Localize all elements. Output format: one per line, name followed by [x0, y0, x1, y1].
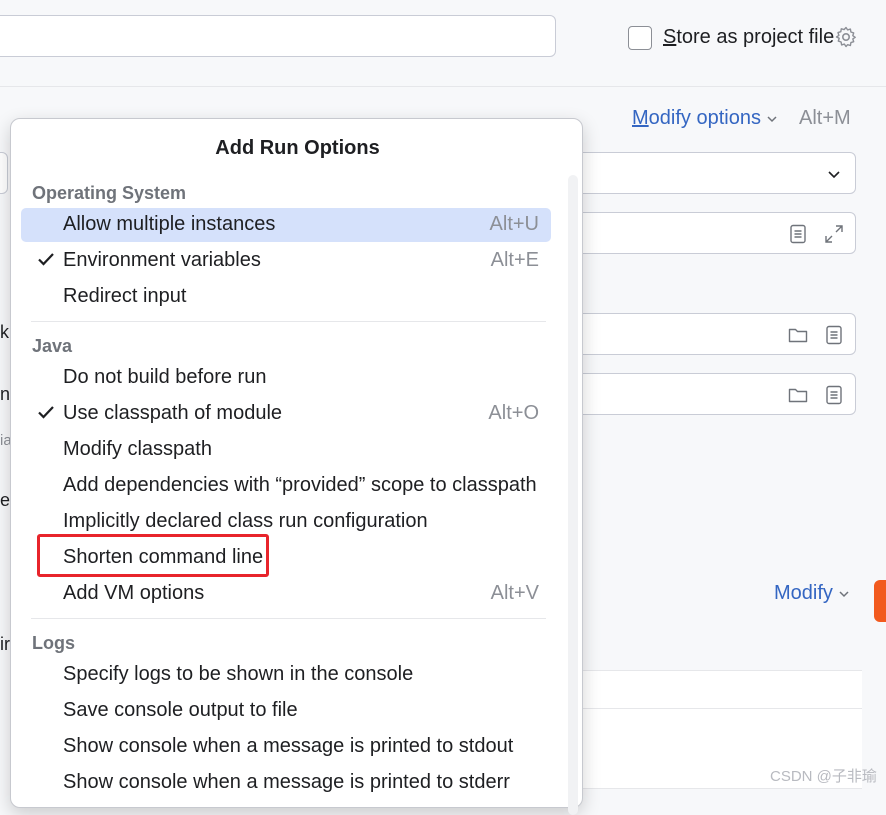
- chevron-down-icon: [828, 171, 840, 179]
- left-fragment: ir: [0, 634, 10, 654]
- menu-item-add-vm-options[interactable]: Add VM options Alt+V: [21, 577, 551, 611]
- modify-options-link[interactable]: Modify options: [632, 107, 779, 130]
- name-input[interactable]: [0, 15, 556, 57]
- section-header-operating-system: Operating System: [32, 183, 187, 203]
- module-select[interactable]: [560, 152, 856, 194]
- left-fragment: e: [0, 490, 11, 510]
- gear-icon[interactable]: [834, 25, 858, 49]
- folder-icon[interactable]: [787, 384, 809, 406]
- section-header-java: Java: [32, 336, 73, 356]
- document-icon[interactable]: [823, 384, 845, 406]
- scrollbar[interactable]: [568, 175, 578, 815]
- menu-item-allow-multiple-instances[interactable]: Allow multiple instances Alt+U: [21, 208, 551, 242]
- popup-title: Add Run Options: [215, 137, 380, 159]
- document-icon[interactable]: [787, 223, 809, 245]
- section-header-logs: Logs: [32, 633, 75, 653]
- modify-options-shortcut: Alt+M: [799, 107, 851, 129]
- divider: [580, 708, 862, 709]
- menu-item-redirect-input[interactable]: Redirect input: [21, 280, 551, 314]
- checkmark-icon: [38, 253, 54, 266]
- chevron-down-icon: [839, 591, 849, 597]
- chevron-down-icon: [767, 116, 777, 122]
- annotation-highlight-box: [37, 534, 269, 577]
- menu-item-use-classpath-of-module[interactable]: Use classpath of module Alt+O: [21, 397, 551, 431]
- store-as-project-file-checkbox[interactable]: [628, 26, 652, 50]
- menu-item-specify-logs[interactable]: Specify logs to be shown in the console: [21, 658, 551, 692]
- left-fragment: k: [0, 322, 9, 342]
- menu-item-show-console-stderr[interactable]: Show console when a message is printed t…: [21, 766, 551, 800]
- working-directory-field[interactable]: [560, 313, 856, 355]
- checkmark-icon: [38, 406, 54, 419]
- menu-item-modify-classpath[interactable]: Modify classpath: [21, 433, 551, 467]
- menu-item-do-not-build-before-run[interactable]: Do not build before run: [21, 361, 551, 395]
- menu-item-environment-variables[interactable]: Environment variables Alt+E: [21, 244, 551, 278]
- menu-item-show-console-stdout[interactable]: Show console when a message is printed t…: [21, 730, 551, 764]
- left-field-stub[interactable]: [0, 152, 8, 194]
- modify-link[interactable]: Modify: [774, 582, 851, 605]
- program-arguments-field[interactable]: [560, 212, 856, 254]
- left-fragment: n: [0, 384, 11, 404]
- expand-icon[interactable]: [823, 223, 845, 245]
- add-run-options-popup: Add Run Options Operating System Allow m…: [10, 118, 583, 815]
- menu-item-save-console-output[interactable]: Save console output to file: [21, 694, 551, 728]
- store-as-project-file-label[interactable]: Store as project file: [663, 26, 834, 49]
- menu-item-add-dependencies-provided-scope[interactable]: Add dependencies with “provided” scope t…: [21, 469, 551, 503]
- divider: [31, 321, 546, 322]
- divider: [31, 618, 546, 619]
- environment-variables-field[interactable]: [560, 373, 856, 415]
- folder-icon[interactable]: [787, 324, 809, 346]
- watermark: CSDN @子非瑜: [770, 768, 877, 785]
- divider: [0, 86, 886, 87]
- floating-badge[interactable]: [874, 580, 886, 622]
- document-icon[interactable]: [823, 324, 845, 346]
